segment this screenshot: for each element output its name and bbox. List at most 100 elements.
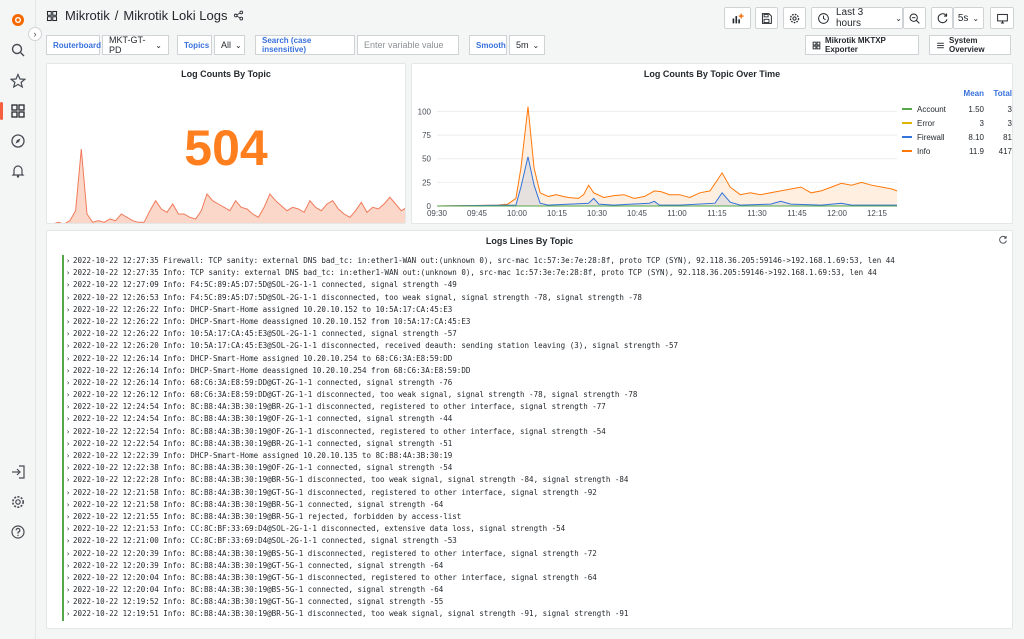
log-line[interactable]: › 2022-10-22 12:26:14 Info: DHCP-Smart-Ho… [62,364,1000,377]
log-line[interactable]: › 2022-10-22 12:20:39 Info: 8C:B8:4A:3B:3… [62,559,1000,572]
x-tick-label: 11:30 [747,209,767,218]
log-line[interactable]: › 2022-10-22 12:27:09 Info: F4:5C:89:A5:D… [62,279,1000,292]
legend-item[interactable]: Firewall 8.10 81 [902,130,1012,144]
log-line-text: 2022-10-22 12:26:14 Info: DHCP-Smart-Hom… [73,365,471,375]
tv-mode-button[interactable] [990,7,1014,29]
log-line[interactable]: › 2022-10-22 12:21:00 Info: CC:8C:BF:33:6… [62,535,1000,548]
log-line[interactable]: › 2022-10-22 12:27:35 Info: TCP sanity: e… [62,267,1000,280]
folder-link[interactable]: Mikrotik [65,8,110,23]
legend-item[interactable]: Error 3 3 [902,116,1012,130]
legend-total: 3 [1007,118,1012,128]
legend-header: Mean Total [902,89,1012,102]
dashboards-icon[interactable] [8,101,28,121]
star-icon[interactable] [8,71,28,91]
monitor-icon [996,12,1009,25]
legend-item[interactable]: Account 1.50 3 [902,102,1012,116]
refresh-interval-picker[interactable]: 5s ⌄ [953,7,984,29]
expand-chevron-icon: › [66,598,71,607]
log-line[interactable]: › 2022-10-22 12:20:04 Info: 8C:B8:4A:3B:3… [62,571,1000,585]
x-tick-label: 11:45 [787,209,807,218]
system-overview-label: System Overview [949,36,985,54]
log-line[interactable]: › 2022-10-22 12:24:54 Info: 8C:B8:4A:3B:3… [62,413,1000,426]
log-line[interactable]: › 2022-10-22 12:22:28 Info: 8C:B8:4A:3B:3… [62,474,1000,487]
exporter-dashboard-link[interactable]: Mikrotik MKTXP Exporter [805,35,919,55]
log-line[interactable]: › 2022-10-22 12:26:14 Info: 68:C6:3A:E8:5… [62,376,1000,390]
log-line[interactable]: › 2022-10-22 12:21:55 Info: 8C:B8:4A:3B:3… [62,510,1000,524]
chevron-down-icon: ⌄ [155,40,162,50]
collapse-sidebar-button[interactable]: › [28,27,42,41]
gear-icon[interactable] [8,492,28,512]
log-line[interactable]: › 2022-10-22 12:21:58 Info: 8C:B8:4A:3B:3… [62,486,1000,499]
time-range-picker[interactable]: Last 3 hours ⌄ [811,7,903,29]
x-tick-label: 10:00 [507,209,528,218]
log-line[interactable]: › 2022-10-22 12:26:22 Info: DHCP-Smart-Ho… [62,303,1000,316]
log-line-text: 2022-10-22 12:19:52 Info: 8C:B8:4A:3B:30… [73,597,444,607]
log-line[interactable]: › 2022-10-22 12:22:54 Info: 8C:B8:4A:3B:3… [62,437,1000,450]
log-line-text: 2022-10-22 12:21:58 Info: 8C:B8:4A:3B:30… [73,499,444,509]
save-dashboard-button[interactable] [755,7,778,29]
grafana-logo-icon[interactable] [8,10,28,30]
help-icon[interactable] [8,522,28,542]
log-line[interactable]: › 2022-10-22 12:22:38 Info: 8C:B8:4A:3B:3… [62,462,1000,475]
active-indicator [0,102,3,120]
log-line-text: 2022-10-22 12:26:14 Info: DHCP-Smart-Hom… [73,353,453,363]
breadcrumb: Mikrotik / Mikrotik Loki Logs [46,8,244,23]
log-line[interactable]: › 2022-10-22 12:26:12 Info: 68:C6:3A:E8:5… [62,389,1000,402]
stat-panel[interactable]: Log Counts By Topic 504 [46,63,406,224]
y-tick-label: 25 [422,178,431,187]
share-icon[interactable] [233,10,244,21]
legend-series-name: Error [917,118,935,128]
chevron-down-icon: ⌄ [972,13,980,23]
legend-item[interactable]: Info 11.9 417 [902,144,1012,158]
topics-select[interactable]: All ⌄ [214,35,245,55]
log-line[interactable]: › 2022-10-22 12:22:54 Info: 8C:B8:4A:3B:3… [62,425,1000,438]
add-panel-button[interactable] [724,7,751,29]
dashboard-navbar: Mikrotik / Mikrotik Loki Logs Last 3 hou… [36,0,1024,34]
search-icon[interactable] [8,40,28,60]
expand-chevron-icon: › [66,330,71,339]
log-line[interactable]: › 2022-10-22 12:21:53 Info: CC:8C:BF:33:6… [62,523,1000,536]
log-line-text: 2022-10-22 12:22:28 Info: 8C:B8:4A:3B:30… [73,475,629,485]
zoom-out-button[interactable] [903,7,926,29]
log-line[interactable]: › 2022-10-22 12:24:54 Info: 8C:B8:4A:3B:3… [62,401,1000,414]
alerting-bell-icon[interactable] [8,161,28,181]
log-line[interactable]: › 2022-10-22 12:26:22 Info: 10:5A:17:CA:4… [62,328,1000,341]
sign-in-icon[interactable] [8,462,28,482]
explore-compass-icon[interactable] [8,131,28,151]
refresh-button[interactable] [931,7,953,29]
refresh-icon[interactable] [998,235,1008,245]
smooth-select[interactable]: 5m ⌄ [509,35,545,55]
log-line[interactable]: › 2022-10-22 12:20:39 Info: 8C:B8:4A:3B:3… [62,547,1000,560]
log-line-text: 2022-10-22 12:27:35 Info: TCP sanity: ex… [73,268,877,278]
dashboard-settings-button[interactable] [783,7,806,29]
log-line[interactable]: › 2022-10-22 12:26:22 Info: DHCP-Smart-Ho… [62,315,1000,329]
log-line[interactable]: › 2022-10-22 12:19:51 Info: 8C:B8:4A:3B:3… [62,608,1000,621]
log-line[interactable]: › 2022-10-22 12:19:52 Info: 8C:B8:4A:3B:3… [62,596,1000,609]
log-line[interactable]: › 2022-10-22 12:26:53 Info: F4:5C:89:A5:D… [62,291,1000,304]
routerboard-select[interactable]: MKT-GT-PD ⌄ [102,35,169,55]
timeseries-panel[interactable]: Log Counts By Topic Over Time 100 75 50 25 0… [411,63,1013,224]
gear-icon [788,12,801,25]
log-line-text: 2022-10-22 12:21:55 Info: 8C:B8:4A:3B:30… [73,511,462,521]
log-line-text: 2022-10-22 12:24:54 Info: 8C:B8:4A:3B:30… [73,414,453,424]
legend-total: 81 [1003,132,1012,142]
expand-chevron-icon: › [66,439,71,448]
expand-chevron-icon: › [66,586,71,595]
legend-header-total[interactable]: Total [984,89,1012,102]
log-line[interactable]: › 2022-10-22 12:26:20 Info: 10:5A:17:CA:4… [62,340,1000,353]
variable-label-search: Search (case insensitive) [255,35,355,55]
clock-icon [817,12,830,25]
expand-chevron-icon: › [66,573,71,582]
system-overview-link[interactable]: System Overview [929,35,1011,55]
log-line[interactable]: › 2022-10-22 12:21:58 Info: 8C:B8:4A:3B:3… [62,498,1000,511]
log-line[interactable]: › 2022-10-22 12:27:35 Firewall: TCP sanit… [62,255,1000,268]
log-line-text: 2022-10-22 12:22:54 Info: 8C:B8:4A:3B:30… [73,438,453,448]
log-line[interactable]: › 2022-10-22 12:26:14 Info: DHCP-Smart-Ho… [62,352,1000,365]
search-input[interactable]: Enter variable value [357,35,459,55]
dashboard-title[interactable]: Mikrotik Loki Logs [123,8,227,23]
log-line[interactable]: › 2022-10-22 12:20:04 Info: 8C:B8:4A:3B:3… [62,584,1000,597]
legend-header-mean[interactable]: Mean [954,89,984,102]
log-line[interactable]: › 2022-10-22 12:22:39 Info: DHCP-Smart-Ho… [62,450,1000,463]
y-tick-label: 75 [422,131,431,140]
logs-panel[interactable]: Logs Lines By Topic › 2022-10-22 12:27:35… [46,230,1013,629]
